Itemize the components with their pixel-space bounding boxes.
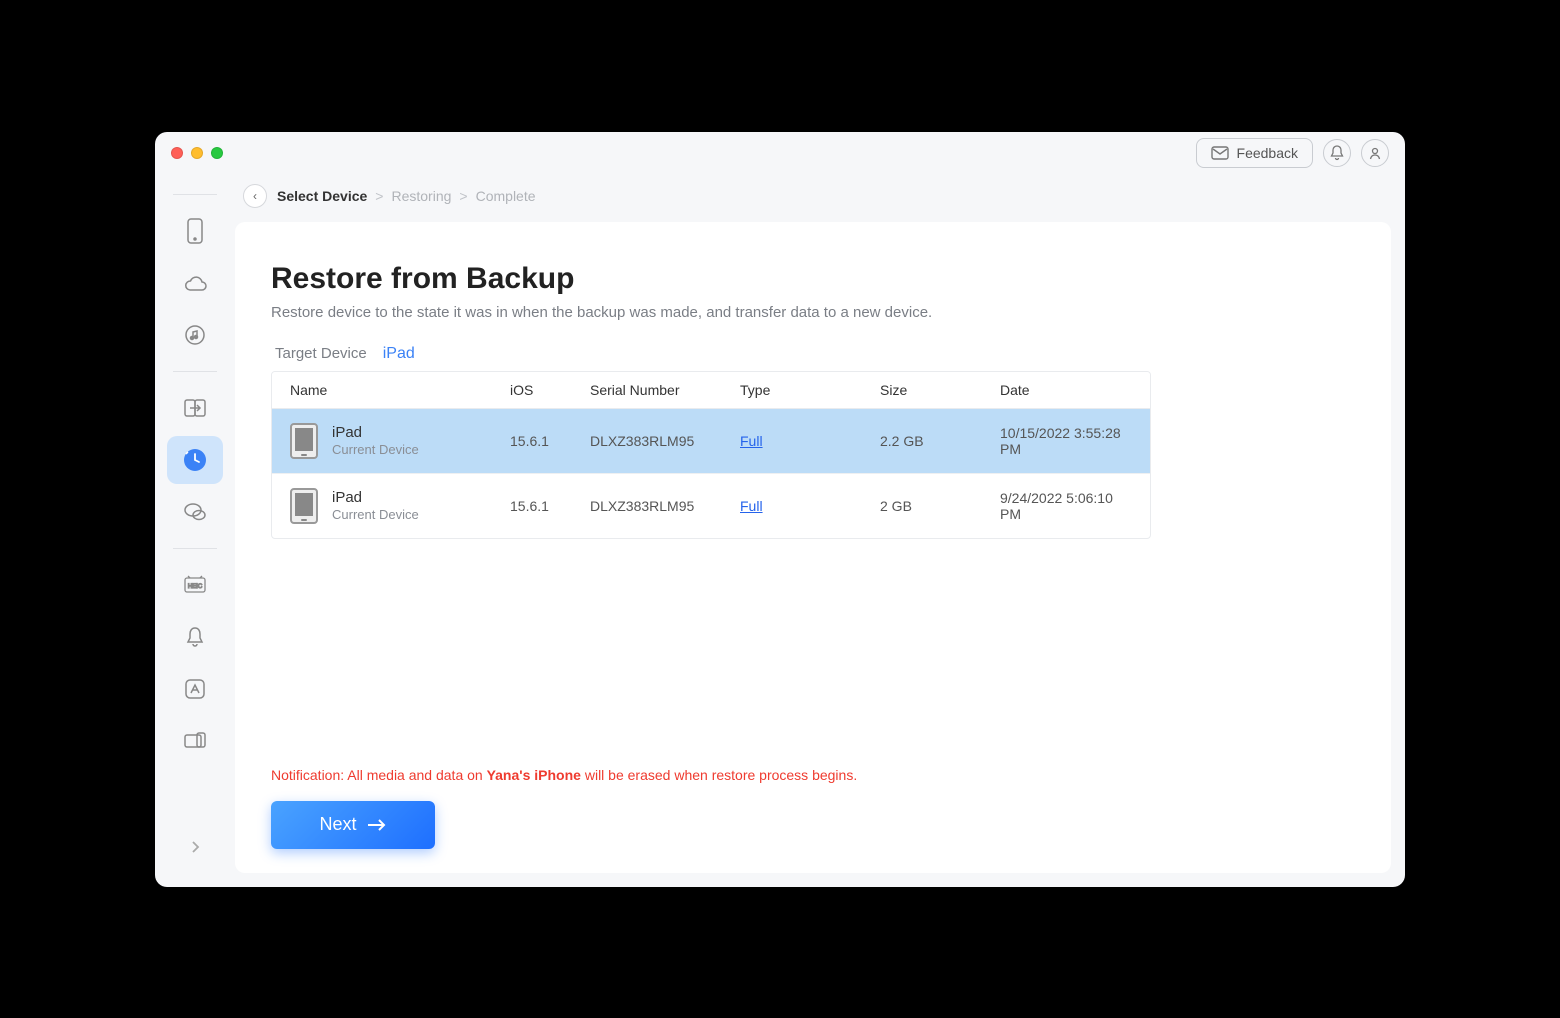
device-caption: Current Device [332,442,419,459]
cell-ios: 15.6.1 [510,433,590,449]
device-name: iPad [332,423,419,443]
table-header: Name iOS Serial Number Type Size Date [272,372,1150,409]
cell-serial: DLXZ383RLM95 [590,433,740,449]
cell-ios: 15.6.1 [510,498,590,514]
breadcrumb: Select Device > Restoring > Complete [277,188,536,204]
next-label: Next [319,814,356,835]
target-device-row: Target Device iPad [271,345,1355,363]
clock-icon [182,447,208,473]
window-controls [171,147,223,159]
notifications-button[interactable] [1323,139,1351,167]
col-serial[interactable]: Serial Number [590,382,740,398]
sidebar-item-transfer[interactable] [167,384,223,432]
device-caption: Current Device [332,507,419,524]
phone-icon [186,218,204,244]
cell-size: 2.2 GB [880,433,1000,449]
target-device-value[interactable]: iPad [383,345,415,363]
mail-icon [1211,146,1229,160]
breadcrumb-sep: > [459,188,467,204]
cell-name: iPadCurrent Device [290,488,510,524]
cell-type: Full [740,498,880,514]
table-row[interactable]: iPadCurrent Device15.6.1DLXZ383RLM95Full… [272,409,1150,474]
svg-text:HEIC: HEIC [188,584,203,590]
col-size[interactable]: Size [880,382,1000,398]
table-row[interactable]: iPadCurrent Device15.6.1DLXZ383RLM95Full… [272,474,1150,538]
breadcrumb-sep: > [375,188,383,204]
chevron-left-icon: ‹ [253,189,257,203]
type-link[interactable]: Full [740,433,763,449]
sidebar-item-apps[interactable] [167,665,223,713]
sidebar-item-cloud[interactable] [167,259,223,307]
transfer-icon [183,397,207,419]
breadcrumb-step-1[interactable]: Select Device [277,188,367,204]
maximize-window-button[interactable] [211,147,223,159]
sidebar-item-backup[interactable] [167,436,223,484]
device-name: iPad [332,488,419,508]
close-window-button[interactable] [171,147,183,159]
ipad-icon [290,488,318,524]
apps-icon [184,678,206,700]
next-button[interactable]: Next [271,801,435,849]
account-button[interactable] [1361,139,1389,167]
col-name[interactable]: Name [290,382,510,398]
notification-prefix: Notification: All media and data on [271,767,487,783]
content-card: Restore from Backup Restore device to th… [235,222,1391,873]
sidebar-item-heic[interactable]: HEIC [167,561,223,609]
sidebar-divider [173,194,217,195]
notification-text: Notification: All media and data on Yana… [271,757,1355,783]
sidebar-item-mirror[interactable] [167,717,223,765]
sidebar-item-music[interactable] [167,311,223,359]
app-window: Feedback [155,132,1405,887]
cell-serial: DLXZ383RLM95 [590,498,740,514]
breadcrumb-step-2: Restoring [391,188,451,204]
target-device-label: Target Device [275,345,367,362]
cell-size: 2 GB [880,498,1000,514]
feedback-label: Feedback [1237,145,1298,161]
sidebar-item-device[interactable] [167,207,223,255]
cloud-icon [182,274,208,292]
bell-icon [1330,145,1344,161]
messages-icon [183,501,207,523]
user-icon [1368,146,1382,160]
col-date[interactable]: Date [1000,382,1132,398]
chevron-right-icon [190,840,200,854]
page-title: Restore from Backup [271,262,1355,296]
type-link[interactable]: Full [740,498,763,514]
ipad-icon [290,423,318,459]
sidebar-divider [173,371,217,372]
sidebar-collapse[interactable] [167,823,223,871]
page-subtitle: Restore device to the state it was in wh… [271,304,1355,321]
bell-outline-icon [185,626,205,648]
cell-type: Full [740,433,880,449]
sidebar-item-messages[interactable] [167,488,223,536]
cell-date: 10/15/2022 3:55:28 PM [1000,425,1132,457]
main-area: ‹ Select Device > Restoring > Complete R… [235,132,1405,887]
heic-icon: HEIC [182,574,208,596]
feedback-button[interactable]: Feedback [1196,138,1313,168]
sidebar: HEIC [155,132,235,887]
back-button[interactable]: ‹ [243,184,267,208]
cell-name: iPadCurrent Device [290,423,510,459]
mirror-icon [183,731,207,751]
col-type[interactable]: Type [740,382,880,398]
music-icon [184,324,206,346]
notification-device-name: Yana's iPhone [487,767,581,783]
notification-suffix: will be erased when restore process begi… [581,767,857,783]
minimize-window-button[interactable] [191,147,203,159]
sidebar-item-ringtone[interactable] [167,613,223,661]
titlebar: Feedback [155,132,1405,174]
breadcrumb-step-3: Complete [476,188,536,204]
col-ios[interactable]: iOS [510,382,590,398]
sidebar-divider [173,548,217,549]
backup-table: Name iOS Serial Number Type Size Date iP… [271,371,1151,540]
breadcrumb-row: ‹ Select Device > Restoring > Complete [235,184,1405,222]
arrow-right-icon [367,818,387,832]
cell-date: 9/24/2022 5:06:10 PM [1000,490,1132,522]
